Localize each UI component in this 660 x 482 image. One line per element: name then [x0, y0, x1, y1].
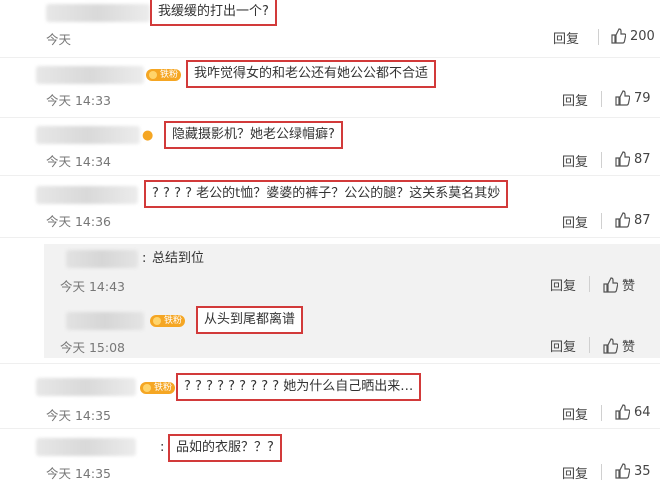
colon-separator: :	[142, 251, 147, 266]
thumbs-up-icon	[603, 276, 618, 293]
blurred-username	[36, 66, 144, 84]
like-button[interactable]: 64	[614, 404, 651, 420]
blurred-username	[46, 4, 150, 22]
reply-button[interactable]: 回复	[562, 463, 588, 482]
badge-dot: ●	[142, 128, 154, 143]
blurred-username	[36, 126, 140, 144]
blurred-username	[36, 438, 136, 456]
reply-button[interactable]: 回复	[562, 404, 588, 423]
like-button[interactable]: 35	[614, 463, 651, 479]
action-divider	[601, 91, 602, 107]
comment-divider	[0, 175, 660, 176]
colon-separator: :	[160, 440, 165, 455]
reply-button[interactable]: 回复	[553, 28, 579, 47]
like-button[interactable]: 87	[614, 151, 651, 167]
like-button[interactable]: 赞	[602, 336, 635, 355]
action-divider	[601, 405, 602, 421]
fan-badge: 铁粉	[146, 69, 182, 81]
action-divider	[589, 337, 590, 353]
comment-time: 今天 14:33	[46, 93, 111, 108]
like-count: 87	[634, 151, 651, 167]
comment-time: 今天 14:35	[46, 408, 111, 423]
fan-badge: 铁粉	[150, 315, 186, 327]
reply-button[interactable]: 回复	[550, 275, 576, 294]
blurred-username	[36, 378, 136, 396]
reply-time: 今天 14:43	[60, 279, 125, 294]
like-count: 64	[634, 404, 651, 420]
comment-time: 今天 14:36	[46, 214, 111, 229]
action-divider	[601, 152, 602, 168]
like-button[interactable]: 87	[614, 212, 651, 228]
like-count: 87	[634, 212, 651, 228]
reply-text-highlighted: 从头到尾都离谱	[196, 306, 304, 334]
comment-text-highlighted: ? ? ? ? ? ? ? ? ? 她为什么自己晒出来…	[176, 373, 422, 401]
comment-text-highlighted: 我咋觉得女的和老公还有她公公都不合适	[186, 60, 437, 88]
reply-button[interactable]: 回复	[550, 336, 576, 355]
comment-text-highlighted: ? ? ? ? 老公的t恤？婆婆的裤子？公公的腿？这关系莫名其妙	[144, 180, 509, 208]
like-count: 79	[634, 90, 651, 106]
comment-divider	[0, 57, 660, 58]
comment-time: 今天	[46, 32, 72, 47]
comment-divider	[0, 237, 660, 238]
thumbs-up-icon	[615, 404, 630, 420]
thumbs-up-icon	[615, 151, 630, 167]
reply-time: 今天 15:08	[60, 340, 125, 355]
blurred-username	[66, 312, 144, 330]
thumbs-up-icon	[603, 337, 618, 354]
comment-text-highlighted: 隐藏摄影机？她老公绿帽癖?	[164, 121, 343, 149]
comment-text-highlighted: 品如的衣服？？?	[168, 434, 282, 462]
like-count: 35	[634, 463, 651, 479]
thumbs-up-icon	[615, 90, 630, 106]
comment-divider	[0, 117, 660, 118]
comment-time: 今天 14:35	[46, 466, 111, 481]
like-button[interactable]: 200	[610, 28, 655, 44]
action-divider	[589, 276, 590, 292]
thumbs-up-icon	[611, 28, 626, 44]
reply-text: 总结到位	[152, 251, 205, 266]
like-button[interactable]: 79	[614, 90, 651, 106]
action-divider	[601, 464, 602, 480]
action-divider	[598, 29, 599, 45]
comment-time: 今天 14:34	[46, 154, 111, 169]
blurred-username	[36, 186, 138, 204]
thumbs-up-icon	[615, 212, 630, 228]
fan-badge: 铁粉	[140, 382, 176, 394]
reply-button[interactable]: 回复	[562, 212, 588, 231]
blurred-username	[66, 250, 138, 268]
comment-text-highlighted: 我缓缓的打出一个?	[150, 0, 277, 26]
reply-button[interactable]: 回复	[562, 151, 588, 170]
thumbs-up-icon	[615, 463, 630, 479]
like-count: 200	[630, 28, 655, 44]
comment-divider	[0, 363, 660, 364]
reply-button[interactable]: 回复	[562, 90, 588, 109]
comment-divider	[0, 428, 660, 429]
like-button[interactable]: 赞	[602, 275, 635, 294]
action-divider	[601, 213, 602, 229]
like-label: 赞	[622, 340, 636, 355]
like-label: 赞	[622, 279, 636, 294]
